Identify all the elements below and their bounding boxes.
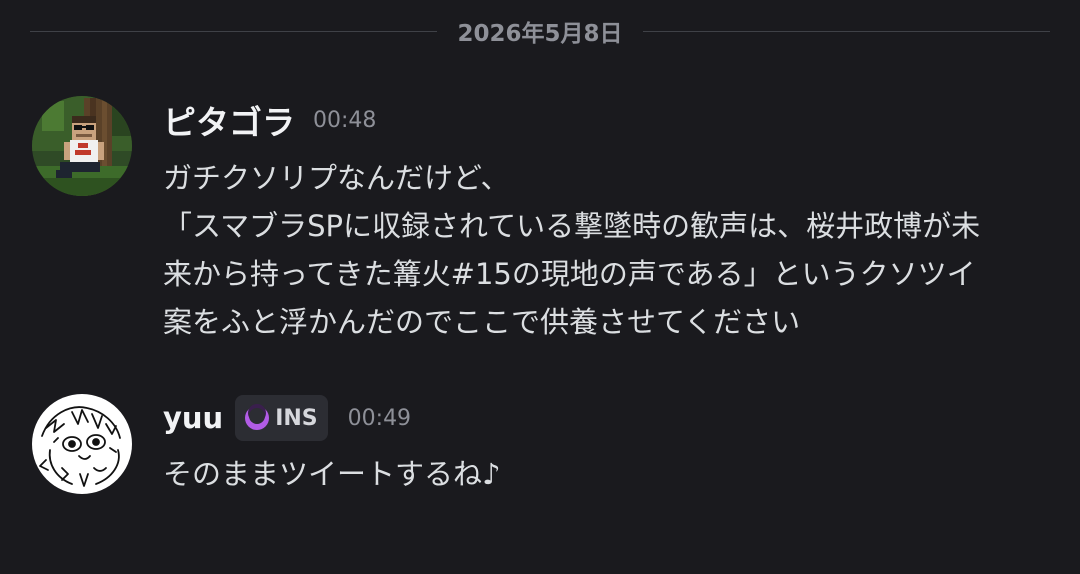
date-divider: 2026年5月8日 xyxy=(30,14,1050,48)
moon-icon xyxy=(245,404,270,430)
sketch-drawing-avatar-icon xyxy=(32,394,132,494)
message-body: ガチクソリプなんだけど、 「スマブラSPに収録されている撃墜時の歓声は、桜井政博… xyxy=(163,154,1060,346)
divider-line-right xyxy=(642,30,1050,32)
message-line: そのままツイートするね♪ xyxy=(163,457,501,491)
timestamp[interactable]: 00:48 xyxy=(313,108,376,133)
message-line: 「スマブラSPに収録されている撃墜時の歓声は、桜井政博が未 xyxy=(163,209,981,243)
message-content: ピタゴラ 00:48 ガチクソリプなんだけど、 「スマブラSPに収録されている撃… xyxy=(163,94,1060,346)
message-content: yuu INS 00:49 そのままツイートするね♪ xyxy=(163,392,1060,498)
divider-line-left xyxy=(30,30,438,32)
timestamp[interactable]: 00:49 xyxy=(348,406,411,431)
server-tag-label: INS xyxy=(275,405,318,431)
server-tag[interactable]: INS xyxy=(235,395,328,441)
minecraft-character-avatar-icon xyxy=(32,96,132,196)
message-line: ガチクソリプなんだけど、 xyxy=(163,161,510,195)
date-divider-label: 2026年5月8日 xyxy=(457,21,623,47)
message-header: ピタゴラ 00:48 xyxy=(163,94,1060,146)
message-header: yuu INS 00:49 xyxy=(163,392,1060,444)
username[interactable]: yuu xyxy=(163,401,223,435)
message-line: 案をふと浮かんだのでここで供養させてください xyxy=(163,305,801,339)
user-avatar[interactable] xyxy=(32,394,132,494)
username[interactable]: ピタゴラ xyxy=(163,96,295,144)
user-avatar[interactable] xyxy=(32,96,132,196)
message-line: 来から持ってきた篝火#15の現地の声である」というクソツイ xyxy=(163,257,976,291)
message-body: そのままツイートするね♪ xyxy=(163,450,1060,498)
